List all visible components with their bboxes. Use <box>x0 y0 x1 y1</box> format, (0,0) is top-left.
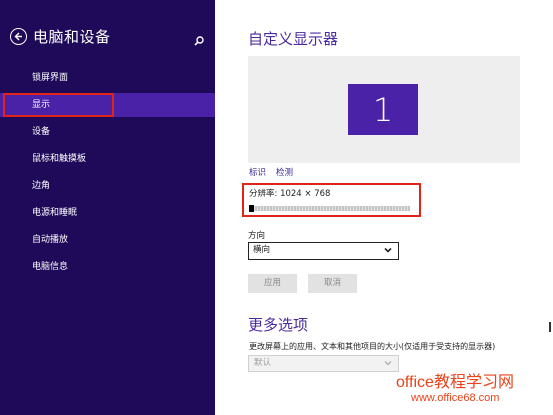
sidebar-item-mouse-touchpad[interactable]: 鼠标和触摸板 <box>0 147 215 171</box>
sidebar-item-corners[interactable]: 边角 <box>0 174 215 198</box>
size-value: 默认 <box>254 358 272 368</box>
back-arrow-icon[interactable] <box>10 28 27 45</box>
detect-link[interactable]: 检测 <box>276 166 293 178</box>
resolution-slider[interactable] <box>249 206 410 211</box>
size-dropdown[interactable]: 默认 <box>248 355 399 372</box>
watermark-url: www.office68.com <box>411 392 500 404</box>
text-cursor <box>549 322 551 332</box>
sidebar-item-power-sleep[interactable]: 电源和睡眠 <box>0 201 215 225</box>
watermark-title: office教程学习网 <box>396 374 514 391</box>
sidebar-header: 电脑和设备 <box>10 26 111 47</box>
sidebar-title: 电脑和设备 <box>33 28 111 46</box>
more-options-description: 更改屏幕上的应用、文本和其他项目的大小(仅适用于受支持的显示器) <box>249 342 496 351</box>
sidebar-item-pc-info[interactable]: 电脑信息 <box>0 255 215 279</box>
chevron-down-icon <box>383 245 393 255</box>
sidebar-item-lock-screen[interactable]: 锁屏界面 <box>0 66 215 90</box>
apply-button[interactable]: 应用 <box>248 274 297 293</box>
chevron-down-icon <box>383 358 393 368</box>
orientation-dropdown[interactable]: 横向 <box>248 242 399 260</box>
sidebar: 电脑和设备 锁屏界面 显示 设备 鼠标和触摸板 边角 电源和睡眠 自动播放 电脑… <box>0 0 215 415</box>
sidebar-item-autoplay[interactable]: 自动播放 <box>0 228 215 252</box>
resolution-label: 分辨率: 1024 × 768 <box>249 189 331 199</box>
orientation-value: 横向 <box>253 245 271 255</box>
cancel-button[interactable]: 取消 <box>308 274 357 293</box>
display-item-highlight-box <box>3 93 114 117</box>
page-title: 自定义显示器 <box>248 30 339 48</box>
sidebar-item-devices[interactable]: 设备 <box>0 120 215 144</box>
resolution-slider-thumb[interactable] <box>249 205 254 212</box>
search-icon[interactable] <box>193 32 205 46</box>
monitor-preview-area: 1 <box>248 56 520 163</box>
monitor-tile[interactable]: 1 <box>348 84 418 135</box>
identify-link[interactable]: 标识 <box>249 166 266 178</box>
orientation-label: 方向 <box>248 231 266 241</box>
more-options-title: 更多选项 <box>248 316 309 334</box>
